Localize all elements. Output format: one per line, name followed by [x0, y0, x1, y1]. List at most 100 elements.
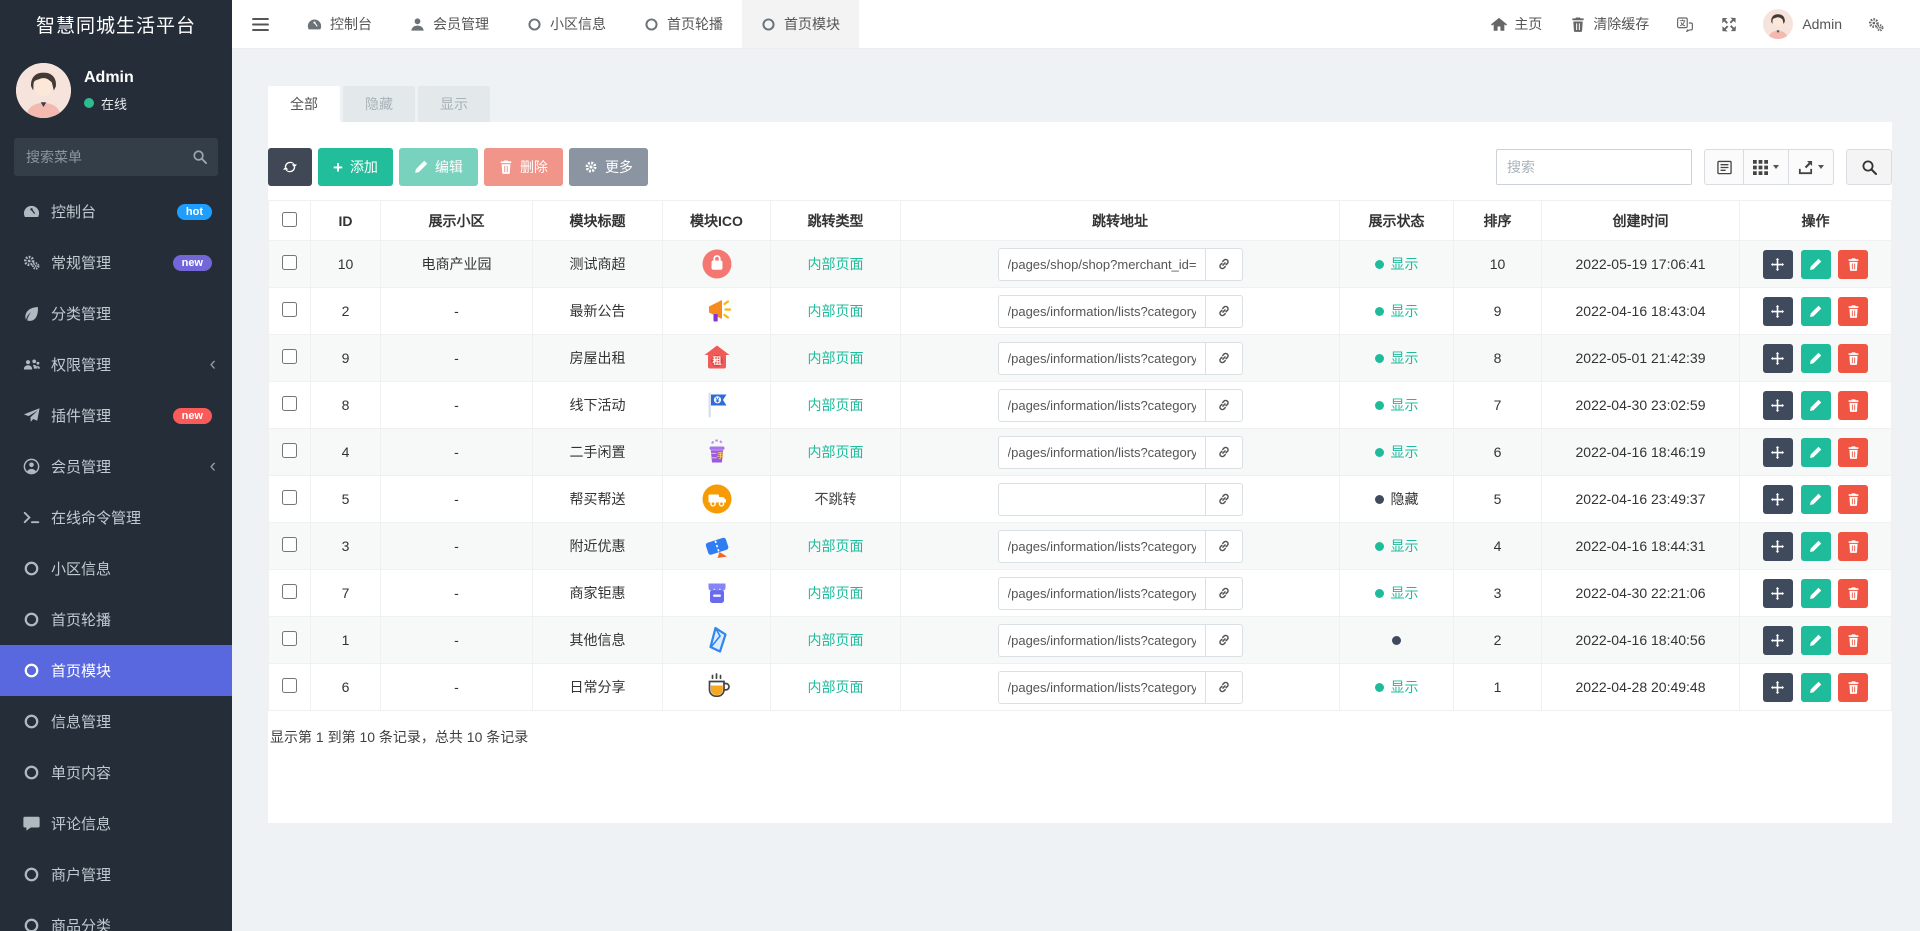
sidebar-item[interactable]: 信息管理 — [0, 696, 232, 747]
table-row[interactable]: 7 - 商家钜惠 内部页面 /pages/information/lists?c… — [268, 569, 1892, 617]
column-header[interactable]: 操作 — [1739, 200, 1892, 241]
user-avatar[interactable] — [16, 63, 71, 118]
status-badge[interactable]: 隐藏 — [1374, 489, 1419, 509]
column-header[interactable]: 展示状态 — [1339, 200, 1454, 241]
drag-sort-button[interactable] — [1762, 672, 1793, 702]
status-badge[interactable]: 显示 — [1374, 536, 1419, 556]
status-badge[interactable]: 显示 — [1374, 583, 1419, 603]
drag-sort-button[interactable] — [1762, 343, 1793, 373]
row-checkbox[interactable] — [282, 631, 297, 646]
drag-sort-button[interactable] — [1762, 249, 1793, 279]
column-header[interactable]: 跳转地址 — [900, 200, 1340, 241]
columns-button[interactable] — [1743, 149, 1789, 185]
edit-button[interactable]: 编辑 — [398, 148, 478, 186]
table-row[interactable]: 5 - 帮买帮送 不跳转 隐藏 5 2022-04-16 23:49:37 — [268, 475, 1892, 523]
url-input[interactable] — [997, 388, 1206, 422]
row-edit-button[interactable] — [1800, 578, 1831, 608]
sidebar-item[interactable]: 商品分类 — [0, 900, 232, 931]
open-link-button[interactable] — [1205, 341, 1243, 375]
url-input[interactable] — [997, 670, 1206, 704]
row-checkbox[interactable] — [282, 255, 297, 270]
fullscreen-button[interactable] — [1707, 0, 1751, 49]
more-button[interactable]: 更多 — [568, 148, 648, 186]
row-edit-button[interactable] — [1800, 437, 1831, 467]
sidebar-item[interactable]: 单页内容 — [0, 747, 232, 798]
open-link-button[interactable] — [1205, 529, 1243, 563]
row-delete-button[interactable] — [1838, 672, 1869, 702]
table-row[interactable]: 6 - 日常分享 内部页面 /pages/information/lists?c… — [268, 663, 1892, 711]
open-link-button[interactable] — [1205, 482, 1243, 516]
row-edit-button[interactable] — [1800, 625, 1831, 655]
sidebar-item[interactable]: 常规管理 new — [0, 237, 232, 288]
table-row[interactable]: 10 电商产业园 测试商超 内部页面 /pages/shop/shop?merc… — [268, 240, 1892, 288]
drag-sort-button[interactable] — [1762, 437, 1793, 467]
open-link-button[interactable] — [1205, 247, 1243, 281]
settings-button[interactable] — [1854, 0, 1898, 49]
column-header[interactable]: 创建时间 — [1541, 200, 1740, 241]
open-link-button[interactable] — [1205, 435, 1243, 469]
table-row[interactable]: 4 - 二手闲置 二手 内部页面 /pages/information/list… — [268, 428, 1892, 476]
topnav-tab[interactable]: 首页模块 — [742, 0, 859, 48]
sidebar-item[interactable]: 控制台 hot — [0, 186, 232, 237]
open-link-button[interactable] — [1205, 576, 1243, 610]
open-link-button[interactable] — [1205, 623, 1243, 657]
row-delete-button[interactable] — [1838, 484, 1869, 514]
row-checkbox[interactable] — [282, 396, 297, 411]
url-input[interactable] — [997, 294, 1206, 328]
topnav-tab[interactable]: 控制台 — [288, 0, 391, 48]
row-delete-button[interactable] — [1838, 249, 1869, 279]
row-delete-button[interactable] — [1838, 390, 1869, 420]
row-delete-button[interactable] — [1838, 437, 1869, 467]
menu-search-input[interactable] — [14, 138, 218, 176]
drag-sort-button[interactable] — [1762, 578, 1793, 608]
column-header[interactable]: 模块标题 — [532, 200, 663, 241]
row-checkbox[interactable] — [282, 443, 297, 458]
row-delete-button[interactable] — [1838, 578, 1869, 608]
refresh-button[interactable] — [268, 148, 312, 186]
row-checkbox[interactable] — [282, 537, 297, 552]
row-edit-button[interactable] — [1800, 672, 1831, 702]
url-input[interactable] — [997, 482, 1206, 516]
row-edit-button[interactable] — [1800, 390, 1831, 420]
status-badge[interactable]: 显示 — [1374, 395, 1419, 415]
sidebar-item[interactable]: 小区信息 — [0, 543, 232, 594]
topnav-tab[interactable]: 首页轮播 — [625, 0, 742, 48]
select-all-checkbox[interactable] — [282, 211, 297, 227]
open-link-button[interactable] — [1205, 388, 1243, 422]
table-search-input[interactable] — [1496, 149, 1692, 185]
status-badge[interactable]: 显示 — [1374, 442, 1419, 462]
sidebar-toggle-button[interactable] — [232, 0, 288, 48]
topnav-tab[interactable]: 会员管理 — [391, 0, 508, 48]
row-checkbox[interactable] — [282, 490, 297, 505]
row-edit-button[interactable] — [1800, 343, 1831, 373]
column-header[interactable]: 模块ICO — [662, 200, 771, 241]
table-row[interactable]: 1 - 其他信息 内部页面 /pages/information/lists?c… — [268, 616, 1892, 664]
row-edit-button[interactable] — [1800, 531, 1831, 561]
user-menu[interactable]: Admin — [1751, 9, 1854, 39]
sidebar-item[interactable]: 首页模块 — [0, 645, 232, 696]
status-badge[interactable]: 显示 — [1374, 348, 1419, 368]
add-button[interactable]: + 添加 — [318, 148, 393, 186]
column-header[interactable]: 跳转类型 — [770, 200, 901, 241]
url-input[interactable] — [997, 576, 1206, 610]
open-link-button[interactable] — [1205, 670, 1243, 704]
url-input[interactable] — [997, 435, 1206, 469]
topnav-tab[interactable]: 小区信息 — [508, 0, 625, 48]
sidebar-item[interactable]: 首页轮播 — [0, 594, 232, 645]
translate-button[interactable] — [1663, 0, 1707, 49]
row-checkbox[interactable] — [282, 678, 297, 693]
sidebar-item[interactable]: 分类管理 — [0, 288, 232, 339]
filter-tab[interactable]: 显示 — [418, 86, 490, 122]
url-input[interactable] — [997, 529, 1206, 563]
row-delete-button[interactable] — [1838, 343, 1869, 373]
column-header[interactable]: ID — [310, 200, 381, 241]
detail-view-button[interactable] — [1704, 149, 1744, 185]
url-input[interactable] — [997, 247, 1206, 281]
filter-tab[interactable]: 全部 — [268, 86, 340, 122]
row-edit-button[interactable] — [1800, 296, 1831, 326]
delete-button[interactable]: 删除 — [483, 148, 563, 186]
export-button[interactable] — [1788, 149, 1834, 185]
status-badge[interactable] — [1392, 636, 1401, 645]
status-badge[interactable]: 显示 — [1374, 254, 1419, 274]
drag-sort-button[interactable] — [1762, 531, 1793, 561]
